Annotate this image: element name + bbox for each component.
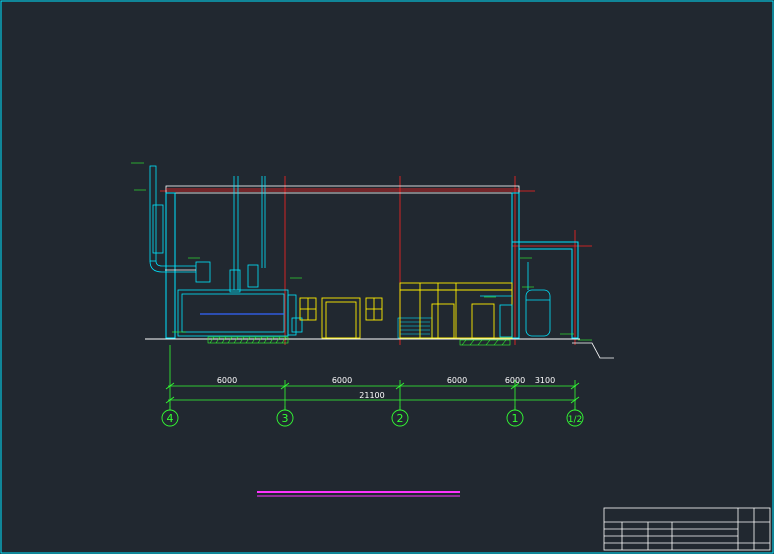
axis-label-3: 3 [282,412,289,425]
flue-pipe [149,165,211,283]
dimension-label-3: 6000 [447,376,467,385]
axis-label-4: 4 [167,412,174,425]
axis-label-2: 2 [397,412,404,425]
axis-label-1-2: 1/2 [568,415,582,425]
dimension-label-1: 6000 [217,376,237,385]
axis-label-1: 1 [512,412,519,425]
dimension-label-4: 6000 [505,376,525,385]
foundation-hatch [207,317,511,346]
ground-step [572,342,614,359]
axis-bubbles [161,406,584,427]
boiler-unit [177,289,303,337]
dimension-label-5: 3100 [535,376,555,385]
title-block [603,507,771,551]
section-elevation-drawing: 6000 6000 6000 6000 3100 21100 4 3 2 1 1… [0,0,774,554]
dimension-total-label: 21100 [359,391,384,400]
cad-drawing-canvas[interactable]: 6000 6000 6000 6000 3100 21100 4 3 2 1 1… [0,0,774,554]
roof-slab [165,185,520,194]
drawing-border [0,0,774,554]
dimension-label-2: 6000 [332,376,352,385]
drawing-title-underline [257,491,460,497]
